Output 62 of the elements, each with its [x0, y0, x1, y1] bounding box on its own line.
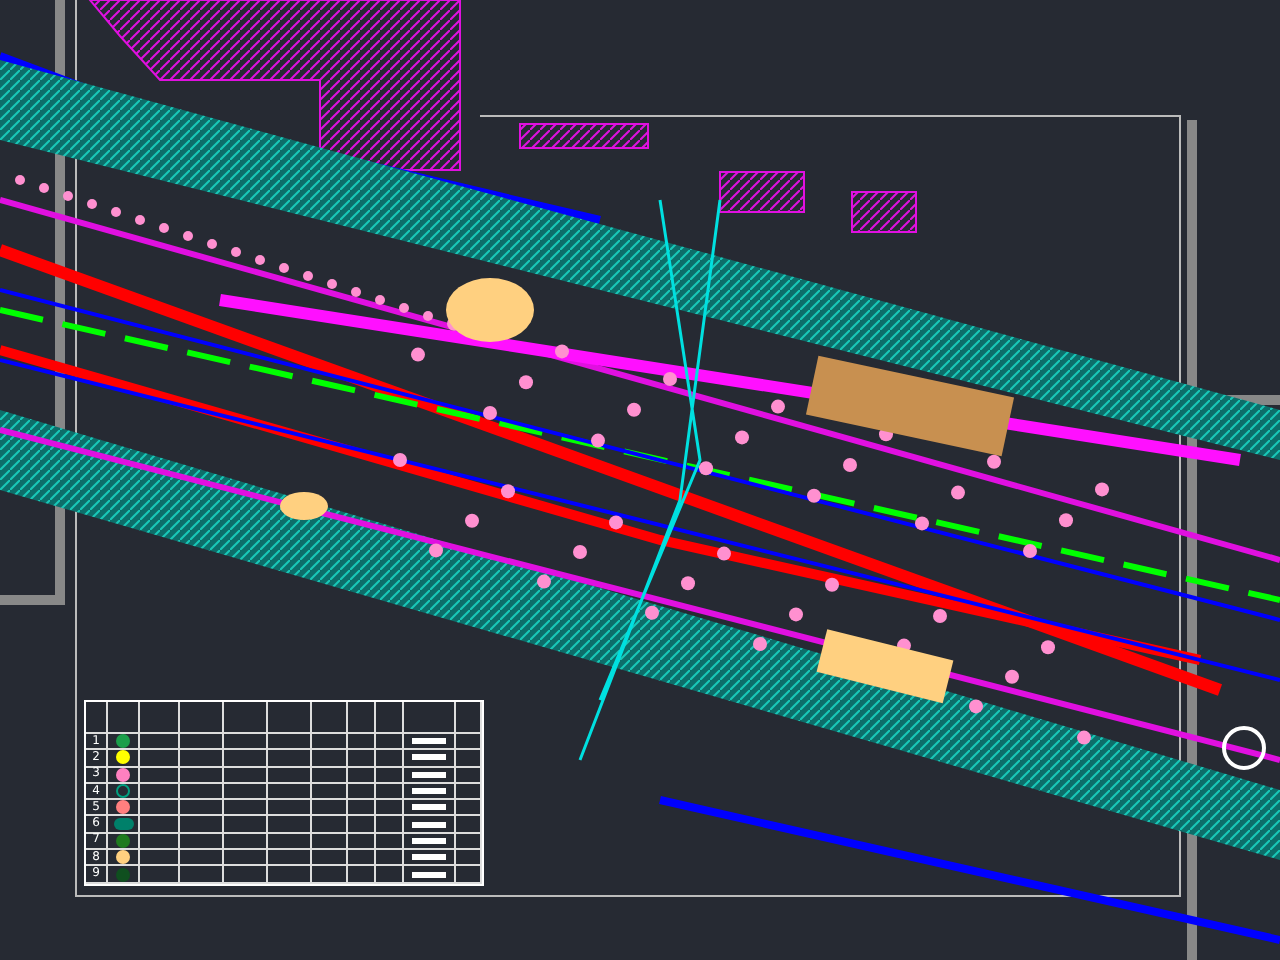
table-cell: [348, 833, 376, 851]
line-sample: [411, 788, 447, 795]
table-cell: [180, 816, 224, 834]
table-cell: [180, 734, 224, 751]
table-cell: [224, 767, 268, 784]
table-cell: [224, 850, 268, 867]
table-cell: [180, 783, 224, 801]
table-cell: [224, 750, 268, 768]
table-cell: [268, 783, 312, 801]
table-cell: [348, 850, 376, 867]
table-cell: [268, 850, 312, 867]
table-cell: [268, 767, 312, 784]
table-cell: [268, 816, 312, 834]
header-cell: [224, 702, 268, 734]
table-cell: [312, 816, 348, 834]
table-cell: [312, 833, 348, 851]
table-cell: [348, 767, 376, 784]
header-cell: [348, 702, 376, 734]
table-cell: [180, 866, 224, 884]
table-cell: [224, 833, 268, 851]
header-cell: [140, 702, 180, 734]
header-cell: [456, 702, 482, 734]
table-cell: [180, 750, 224, 768]
table-cell: [348, 866, 376, 884]
table-cell: [348, 734, 376, 751]
table-cell: [312, 783, 348, 801]
line-sample: [411, 738, 447, 745]
line-sample: [411, 854, 447, 861]
table-cell: [268, 833, 312, 851]
table-cell: [312, 800, 348, 817]
table-cell: [180, 833, 224, 851]
table-cell: [224, 800, 268, 817]
header-cell: [268, 702, 312, 734]
table-cell: [348, 783, 376, 801]
table-cell: [348, 816, 376, 834]
table-cell: [180, 850, 224, 867]
table-cell: [348, 750, 376, 768]
line-sample: [411, 821, 447, 828]
line-sample: [411, 754, 447, 761]
table-cell: [180, 767, 224, 784]
line-sample: [411, 771, 447, 778]
table-cell: [224, 816, 268, 834]
line-sample: [411, 804, 447, 811]
table-cell: [268, 750, 312, 768]
table-cell: [224, 866, 268, 884]
header-cell: [376, 702, 404, 734]
table-cell: [312, 850, 348, 867]
table-cell: [224, 783, 268, 801]
table-cell: [312, 750, 348, 768]
header-cell: [312, 702, 348, 734]
table-cell: [224, 734, 268, 751]
line-sample: [411, 837, 447, 844]
table-cell: [268, 866, 312, 884]
table-cell: [268, 800, 312, 817]
table-cell: [268, 734, 312, 751]
line-sample: [411, 871, 447, 878]
header-cell: [180, 702, 224, 734]
table-cell: [180, 800, 224, 817]
table-cell: [312, 866, 348, 884]
table-cell: [348, 800, 376, 817]
table-cell: [312, 767, 348, 784]
table-cell: [312, 734, 348, 751]
